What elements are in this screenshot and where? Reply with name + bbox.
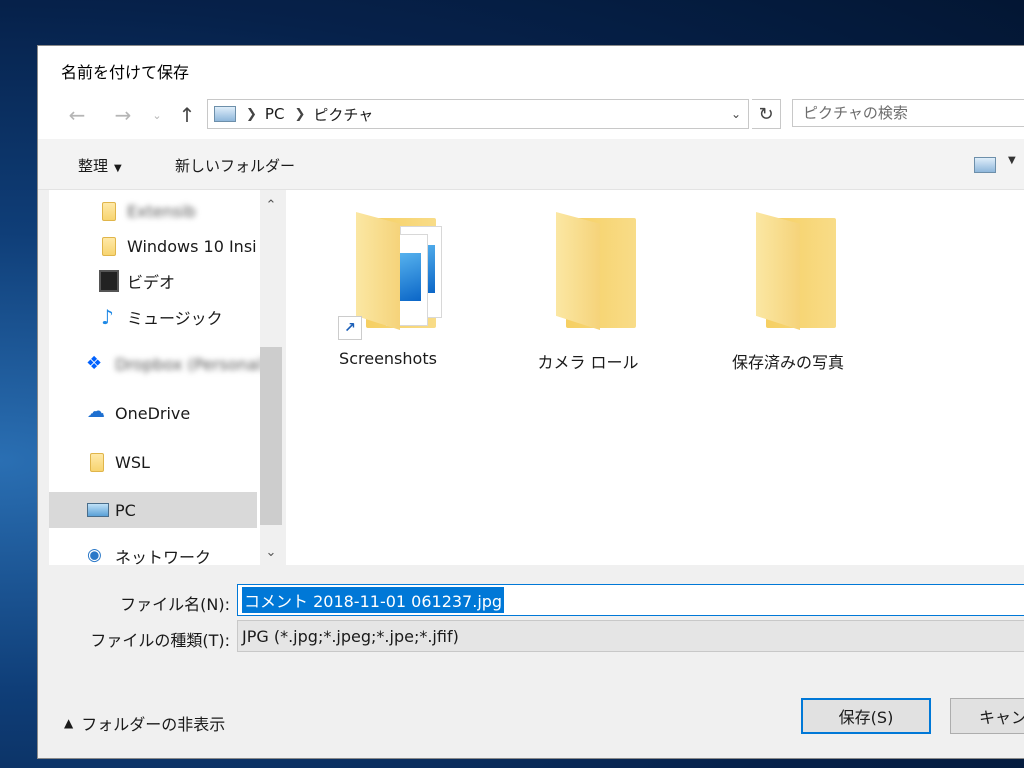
chevron-right-icon: ❯ [246, 106, 257, 122]
filetype-select[interactable]: JPG (*.jpg;*.jpeg;*.jpe;*.jfif) [237, 620, 1024, 652]
folder-item-saved-pictures[interactable]: 保存済みの写真 [708, 212, 868, 372]
chevron-down-icon[interactable]: ⌄ [144, 102, 170, 128]
sidebar-item-label: PC [115, 500, 136, 520]
navigation-bar: ← → ⌄ ↑ ❯ PC ❯ ピクチャ ⌄ ↻ [38, 92, 1024, 139]
scroll-down-icon[interactable]: ⌄ [260, 541, 282, 563]
folder-label: カメラ ロール [537, 353, 639, 372]
organize-label: 整理 [78, 157, 109, 175]
command-toolbar: 整理 ▼ 新しいフォルダー ▼ [38, 139, 1024, 190]
hide-folders-label: フォルダーの非表示 [81, 715, 226, 734]
window-title: 名前を付けて保存 [61, 63, 190, 82]
chevron-up-icon: ▲ [64, 716, 74, 730]
folder-icon [90, 452, 104, 472]
file-list: ↗ Screenshots カメラ ロール 保存済みの写真 [286, 190, 1024, 565]
sidebar-item-label: Windows 10 Insi [127, 236, 257, 256]
caret-down-icon[interactable]: ▼ [1008, 155, 1016, 166]
sidebar-item-label: Extensib [127, 201, 196, 221]
sidebar-item-label: ネットワーク [115, 548, 212, 565]
filename-input[interactable]: コメント 2018-11-01 061237.jpg [237, 584, 1024, 616]
sidebar-item-label: ミュージック [127, 309, 223, 328]
filetype-value: JPG (*.jpg;*.jpeg;*.jpe;*.jfif) [242, 626, 459, 646]
navigation-pane: Extensib Windows 10 Insi ビデオ ♪ ミュージック ❖ … [49, 190, 271, 565]
sidebar-item-label: ビデオ [127, 273, 176, 292]
sidebar-item-extensib[interactable]: Extensib [49, 194, 257, 228]
folder-label: Screenshots [339, 349, 437, 368]
folder-icon [756, 212, 840, 332]
forward-arrow-icon[interactable]: → [110, 102, 136, 128]
onedrive-icon: ☁ [87, 401, 105, 422]
view-options-icon[interactable] [974, 157, 996, 173]
sidebar-item-label: WSL [115, 452, 150, 472]
folder-item-screenshots[interactable]: ↗ Screenshots [308, 212, 468, 368]
pc-icon [87, 503, 109, 517]
filetype-label: ファイルの種類(T): [90, 631, 230, 650]
sidebar-item-network[interactable]: ◉ ネットワーク [49, 539, 257, 565]
address-dropdown-icon[interactable]: ⌄ [724, 100, 748, 128]
video-icon [99, 270, 119, 292]
breadcrumb-pc[interactable]: PC [265, 105, 285, 123]
folder-icon [102, 201, 116, 221]
organize-button[interactable]: 整理 ▼ [78, 155, 122, 176]
chevron-right-icon: ❯ [294, 106, 306, 122]
refresh-icon[interactable]: ↻ [752, 99, 781, 129]
sidebar-item-pc[interactable]: PC [49, 492, 257, 528]
network-icon: ◉ [87, 545, 102, 565]
sidebar-item-label: Dropbox (Personal) [115, 354, 268, 374]
save-as-dialog: 名前を付けて保存 ← → ⌄ ↑ ❯ PC ❯ ピクチャ ⌄ ↻ 整理 ▼ 新しい… [37, 45, 1024, 759]
pictures-location-icon [214, 106, 236, 122]
sidebar-item-wsl[interactable]: WSL [49, 445, 257, 479]
new-folder-button[interactable]: 新しいフォルダー [175, 155, 295, 176]
folder-label: 保存済みの写真 [731, 353, 844, 372]
sidebar-item-onedrive[interactable]: ☁ OneDrive [49, 396, 257, 430]
folder-item-camera-roll[interactable]: カメラ ロール [508, 212, 668, 372]
sidebar-item-windows-insider[interactable]: Windows 10 Insi [49, 229, 257, 263]
dropbox-icon: ❖ [86, 353, 103, 374]
breadcrumb-pictures[interactable]: ピクチャ [313, 104, 373, 125]
search-input[interactable] [792, 99, 1024, 127]
up-arrow-icon[interactable]: ↑ [174, 102, 200, 128]
folder-icon [102, 236, 116, 256]
title-bar[interactable]: 名前を付けて保存 [38, 46, 1024, 92]
folder-icon [356, 212, 442, 332]
music-icon: ♪ [101, 305, 114, 329]
folder-icon [556, 212, 640, 332]
save-button[interactable]: 保存(S) [801, 698, 931, 734]
scroll-up-icon[interactable]: ⌃ [260, 194, 282, 216]
cancel-button[interactable]: キャンセル [950, 698, 1024, 734]
back-arrow-icon[interactable]: ← [64, 102, 90, 128]
sidebar-scrollbar-thumb[interactable] [260, 347, 282, 525]
caret-down-icon: ▼ [114, 163, 122, 174]
address-bar[interactable]: ❯ PC ❯ ピクチャ ⌄ [207, 99, 749, 129]
shortcut-arrow-icon: ↗ [338, 316, 362, 340]
sidebar-item-dropbox[interactable]: ❖ Dropbox (Personal) [49, 347, 268, 381]
filename-label: ファイル名(N): [120, 595, 230, 614]
sidebar-item-label: OneDrive [115, 403, 191, 423]
filename-value: コメント 2018-11-01 061237.jpg [242, 587, 505, 613]
sidebar-item-videos[interactable]: ビデオ [49, 264, 257, 298]
sidebar-item-music[interactable]: ♪ ミュージック [49, 300, 257, 334]
hide-folders-button[interactable]: ▲ フォルダーの非表示 [64, 711, 225, 735]
